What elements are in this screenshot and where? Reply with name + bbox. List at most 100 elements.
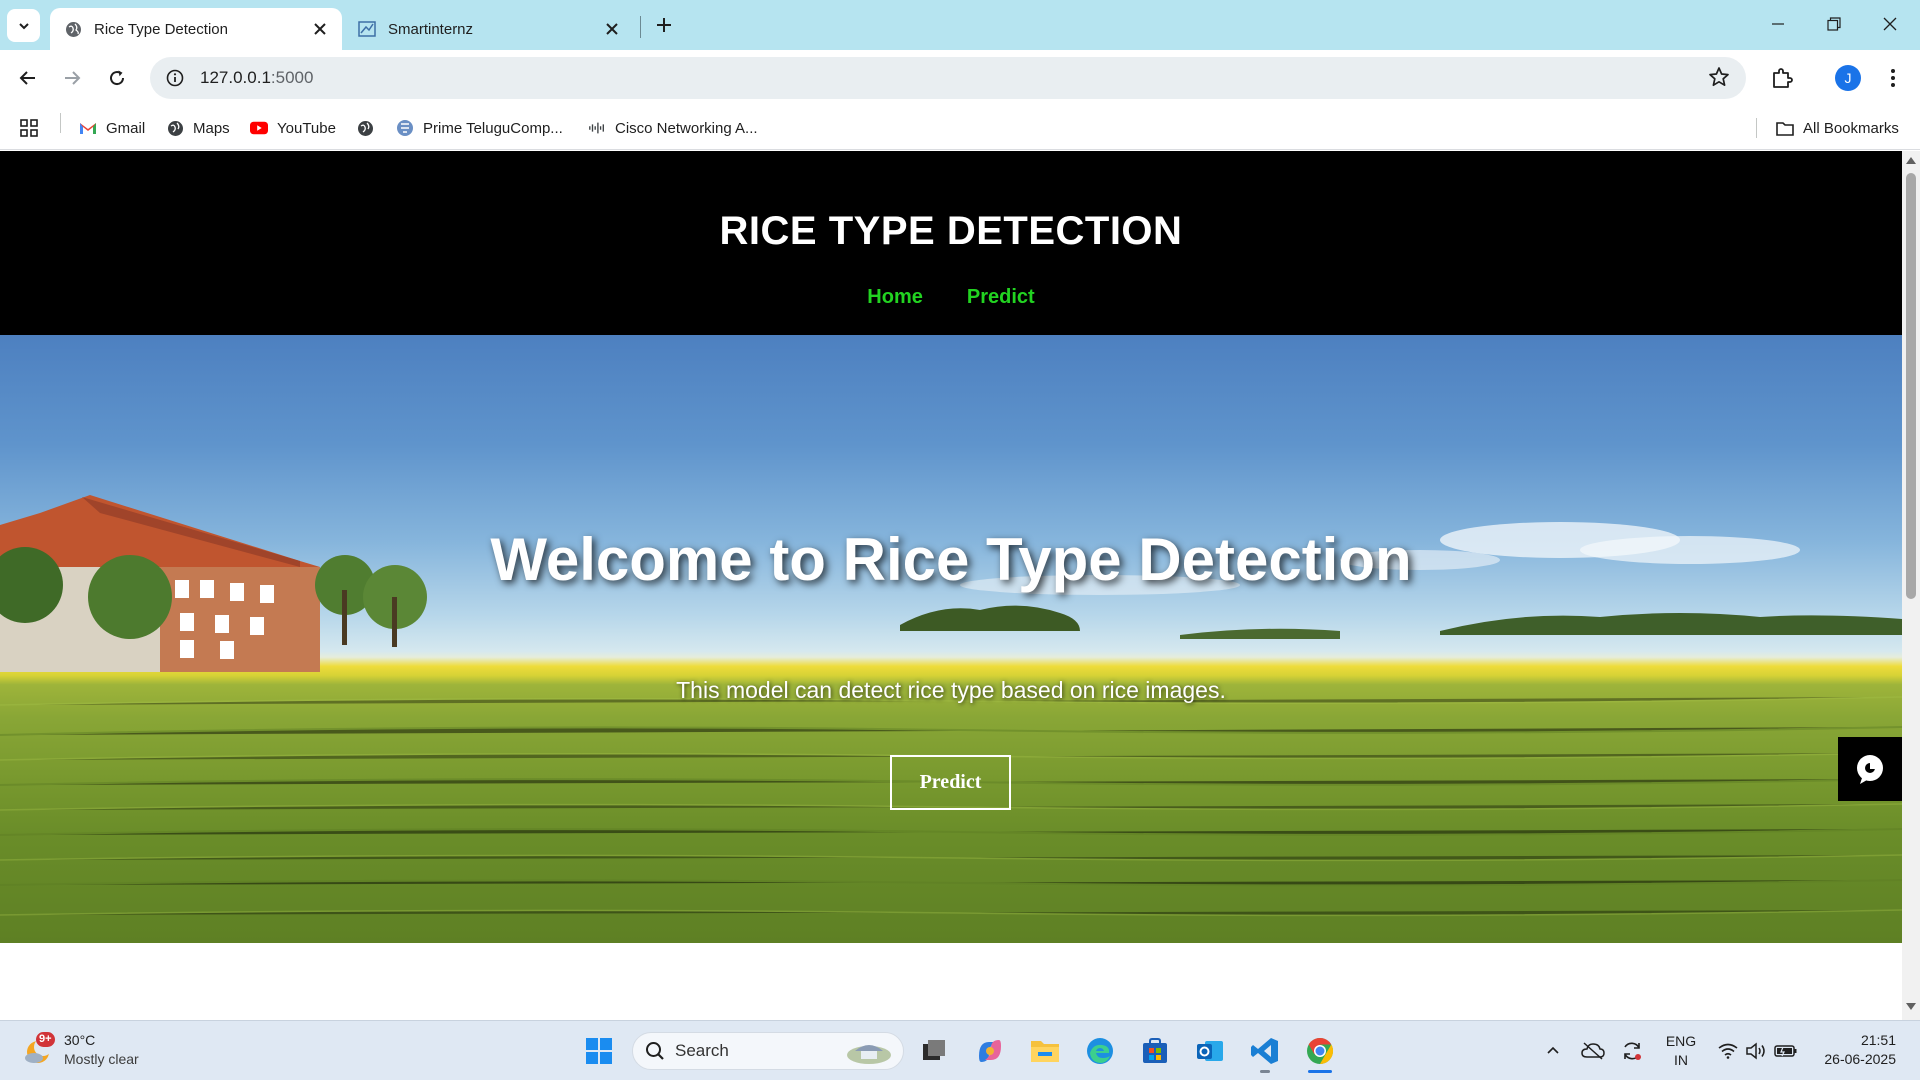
globe-icon [166, 119, 184, 137]
reload-button[interactable] [99, 60, 135, 96]
bookmark-label: Cisco Networking A... [615, 119, 758, 137]
extensions-button[interactable] [1764, 60, 1800, 96]
tab-smartinternz[interactable]: Smartinternz [344, 8, 634, 50]
nav-home-link[interactable]: Home [867, 286, 923, 309]
restore-button[interactable] [1806, 0, 1862, 48]
globe-icon [356, 119, 374, 137]
sync-button[interactable] [1614, 1033, 1650, 1069]
all-bookmarks-button[interactable]: All Bookmarks [1776, 115, 1899, 141]
cisco-icon [588, 119, 606, 137]
chrome-icon [1307, 1037, 1334, 1065]
arrow-left-icon [19, 71, 35, 85]
store-icon [1143, 1038, 1167, 1063]
task-view-button[interactable] [916, 1033, 952, 1069]
onedrive-button[interactable] [1575, 1033, 1611, 1069]
battery-button[interactable] [1768, 1033, 1804, 1069]
scroll-up-arrow-icon[interactable] [1906, 157, 1916, 164]
restore-icon [1827, 17, 1841, 31]
nav-predict-link[interactable]: Predict [967, 286, 1035, 309]
arrow-right-icon [65, 71, 81, 85]
bookmark-label: Maps [193, 119, 230, 137]
profile-avatar[interactable]: J [1835, 65, 1861, 91]
close-icon[interactable] [602, 19, 622, 39]
language-code: ENG [1665, 1033, 1697, 1049]
apps-grid-icon [20, 119, 38, 137]
bookmark-star-icon[interactable] [1708, 66, 1732, 90]
bookmark-cisco[interactable]: Cisco Networking A... [588, 115, 758, 141]
scrollbar-thumb[interactable] [1906, 173, 1916, 599]
show-hidden-icons-button[interactable] [1535, 1033, 1571, 1069]
close-window-button[interactable] [1862, 0, 1918, 48]
minimize-button[interactable] [1750, 0, 1806, 48]
search-label: Search [675, 1041, 729, 1060]
scroll-down-arrow-icon[interactable] [1906, 1003, 1916, 1010]
weather-temperature: 30°C [64, 1032, 96, 1048]
forward-button[interactable] [54, 60, 90, 96]
taskbar-search[interactable]: Search [632, 1032, 904, 1070]
start-button[interactable] [581, 1033, 617, 1069]
folder-icon [1776, 119, 1794, 137]
bookmark-maps[interactable]: Maps [166, 115, 230, 141]
tab-search-button[interactable] [7, 9, 40, 42]
folder-icon [1031, 1041, 1059, 1062]
hero-background-image [0, 495, 1902, 917]
tab-strip: Rice Type Detection Smartinternz [0, 0, 1920, 50]
tab-title: Smartinternz [388, 20, 474, 38]
minimize-icon [1772, 23, 1784, 25]
tab-title: Rice Type Detection [94, 20, 228, 38]
outlook-icon [1197, 1041, 1223, 1061]
bookmark-gmail[interactable]: Gmail [79, 115, 145, 141]
copilot-button[interactable] [972, 1033, 1008, 1069]
bookmark-prime-telugu[interactable]: Prime TeluguComp... [396, 115, 563, 141]
apps-button[interactable] [20, 115, 47, 141]
store-button[interactable] [1137, 1033, 1173, 1069]
close-icon [1883, 17, 1897, 31]
page-viewport: RICE TYPE DETECTION Home Predict Welcome… [0, 151, 1902, 1020]
url-text: 127.0.0.1:5000 [200, 68, 314, 87]
weather-widget[interactable]: 9+ 30°C Mostly clear [22, 1031, 139, 1069]
taskbar-clock[interactable]: 21:51 26-06-2025 [1810, 1031, 1896, 1069]
cloud-off-icon [1581, 1042, 1605, 1060]
search-icon [646, 1042, 664, 1060]
tab-rice-type-detection[interactable]: Rice Type Detection [50, 8, 342, 50]
hero-predict-button[interactable]: Predict [890, 755, 1011, 810]
bookmark-youtube[interactable]: YouTube [250, 115, 336, 141]
site-info-icon[interactable] [154, 57, 196, 99]
edge-icon [1087, 1038, 1113, 1064]
site-icon [396, 119, 414, 137]
globe-icon [64, 20, 82, 38]
menu-button[interactable] [1875, 60, 1911, 96]
bookmark-label: Prime TeluguComp... [423, 119, 563, 137]
hero-heading: Welcome to Rice Type Detection [490, 526, 1412, 593]
search-highlight-icon [847, 1045, 891, 1064]
language-indicator[interactable]: ENG IN [1657, 1032, 1705, 1070]
tab-separator [640, 16, 641, 38]
bookmark-label: All Bookmarks [1803, 119, 1899, 137]
edge-button[interactable] [1082, 1033, 1118, 1069]
file-explorer-button[interactable] [1027, 1033, 1063, 1069]
address-bar[interactable]: 127.0.0.1:5000 [150, 57, 1746, 99]
reload-icon [110, 70, 125, 86]
new-tab-button[interactable] [650, 11, 678, 39]
outlook-button[interactable] [1192, 1033, 1228, 1069]
plus-icon [657, 18, 671, 32]
region-code: IN [1674, 1052, 1688, 1068]
smartinternz-icon [358, 20, 376, 38]
bookmarks-divider [1756, 118, 1757, 138]
bookmark-label: YouTube [277, 119, 336, 137]
weather-moon-icon: 9+ [22, 1032, 55, 1066]
chrome-button[interactable] [1302, 1033, 1338, 1073]
hero-subtitle: This model can detect rice type based on… [676, 677, 1226, 703]
copilot-icon [979, 1040, 1001, 1062]
page-scrollbar[interactable] [1902, 151, 1920, 1020]
speaker-icon [1746, 1042, 1765, 1060]
vscode-button[interactable] [1247, 1033, 1283, 1073]
chat-widget-button[interactable] [1838, 737, 1902, 801]
bookmark-untitled[interactable] [356, 115, 383, 141]
active-indicator [1308, 1070, 1332, 1073]
site-header: RICE TYPE DETECTION Home Predict [0, 151, 1902, 335]
wifi-icon [1718, 1043, 1738, 1059]
windows-logo-icon [586, 1038, 612, 1064]
close-icon[interactable] [310, 19, 330, 39]
back-button[interactable] [10, 60, 46, 96]
